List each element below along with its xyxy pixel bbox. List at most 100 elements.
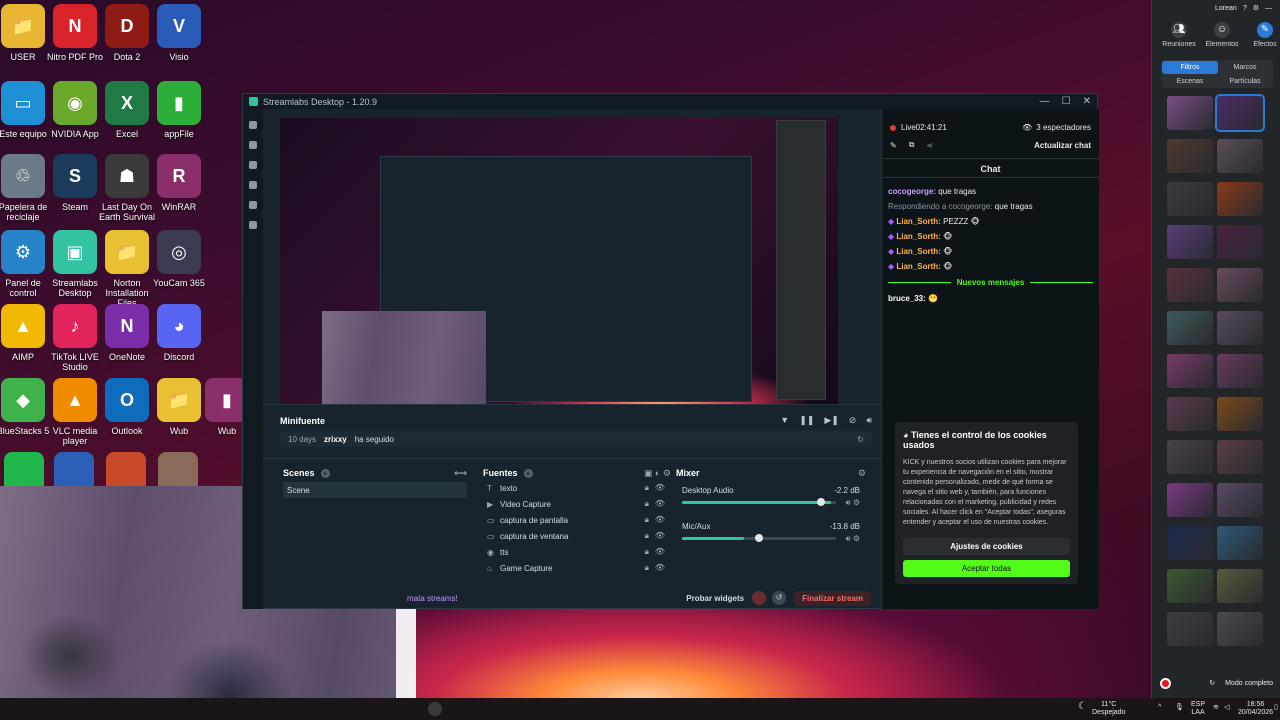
layout-icon[interactable] (249, 181, 257, 189)
effect-thumbnail[interactable] (1217, 483, 1263, 517)
mic-icon[interactable]: 🎙︎ (1175, 704, 1184, 712)
chevron-up-icon[interactable]: ^ (1158, 704, 1161, 712)
mute-alerts-icon[interactable]: ⊘ (849, 415, 857, 426)
apps-icon[interactable] (249, 221, 257, 229)
filter-icon[interactable]: ▼ (780, 415, 789, 426)
store-icon[interactable] (249, 161, 257, 169)
cookie-settings-button[interactable]: Ajustes de cookies (903, 538, 1070, 555)
refresh-icon[interactable]: ↻ (857, 435, 864, 444)
minimize-panel-icon[interactable]: — (1265, 5, 1272, 12)
effects-tab-efectos[interactable]: ✎ Efectos (1246, 22, 1280, 48)
scene-transitions-icon[interactable]: ⟷ (454, 468, 467, 479)
desktop-icon[interactable]: ◕ Discord (148, 302, 210, 378)
edit-icon[interactable]: ✎ (890, 141, 897, 150)
effect-thumbnail[interactable] (1215, 94, 1265, 132)
channel-settings-icon[interactable]: ⚙ (853, 534, 860, 543)
volume-slider-handle[interactable] (755, 534, 763, 542)
source-item[interactable]: ◉ tts 🔒︎👁︎ (483, 544, 671, 560)
desktop-icon[interactable]: V Visio (148, 2, 210, 78)
add-source-icon[interactable]: + (523, 468, 533, 478)
stream-preview[interactable] (280, 118, 838, 404)
scene-item[interactable]: Scene (283, 482, 467, 498)
source-item[interactable]: ▭ captura de ventana 🔒︎👁︎ (483, 528, 671, 544)
tab-particulas[interactable]: Partículas (1217, 75, 1273, 88)
notification-icon[interactable]: ▯ (1274, 704, 1278, 712)
fullscreen-button[interactable]: Modo completo (1225, 680, 1273, 687)
source-lock-visibility-icon[interactable]: 🔒︎👁︎ (645, 499, 671, 509)
effect-thumbnail[interactable] (1167, 526, 1213, 560)
effect-thumbnail[interactable] (1167, 139, 1213, 173)
mixer-settings-icon[interactable]: ⚙ (858, 468, 866, 479)
skip-icon[interactable]: ▶❚ (824, 415, 838, 426)
desktop-icon[interactable]: ▮ appFile (148, 79, 210, 155)
effect-thumbnail[interactable] (1217, 569, 1263, 603)
effect-thumbnail[interactable] (1167, 569, 1213, 603)
volume-icon[interactable]: 🔊︎ (866, 415, 872, 426)
source-item[interactable]: ▭ captura de pantalla 🔒︎👁︎ (483, 512, 671, 528)
pause-icon[interactable]: ❚❚ (799, 415, 814, 426)
source-lock-visibility-icon[interactable]: 🔒︎👁︎ (645, 547, 671, 557)
desktop-icon[interactable]: R WinRAR (148, 152, 210, 228)
finalizar-stream-button[interactable]: Finalizar stream (794, 590, 871, 606)
actualizar-chat-button[interactable]: Actualizar chat (1034, 141, 1091, 150)
source-item[interactable]: ⌂ Game Capture 🔒︎👁︎ (483, 560, 671, 576)
effect-thumbnail[interactable] (1217, 397, 1263, 431)
effect-thumbnail[interactable] (1167, 354, 1213, 388)
effect-thumbnail[interactable] (1217, 225, 1263, 259)
close-icon[interactable]: ✕ (1083, 96, 1091, 107)
effect-thumbnail[interactable] (1167, 182, 1213, 216)
speaker-icon[interactable]: 🔊︎ (846, 534, 851, 543)
effect-thumbnail[interactable] (1167, 483, 1213, 517)
wifi-icon[interactable]: ≋ (1213, 704, 1219, 712)
probar-widgets-button[interactable]: Probar widgets (686, 594, 744, 603)
studio-icon[interactable] (249, 201, 257, 209)
speaker-icon[interactable]: 🔊︎ (846, 498, 851, 507)
desktop-icon[interactable]: ◎ YouCam 365 (148, 228, 210, 304)
effect-thumbnail[interactable] (1167, 96, 1213, 130)
taskbar-app-icon[interactable] (428, 702, 442, 716)
effect-thumbnail[interactable] (1217, 354, 1263, 388)
cookie-accept-button[interactable]: Aceptar todas (903, 560, 1070, 577)
add-scene-icon[interactable]: + (320, 468, 330, 478)
record-icon[interactable] (752, 591, 767, 605)
effect-thumbnail[interactable] (1217, 182, 1263, 216)
weather-widget[interactable]: 11°C Despejado (1092, 701, 1125, 717)
language-indicator[interactable]: ESP LAA (1191, 701, 1205, 717)
effect-thumbnail[interactable] (1217, 268, 1263, 302)
clock[interactable]: 18:56 20/04/2026 (1238, 701, 1273, 717)
effect-thumbnail[interactable] (1217, 612, 1263, 646)
refresh-effects-icon[interactable]: ↻ (1209, 679, 1215, 687)
effect-thumbnail[interactable] (1217, 139, 1263, 173)
settings-icon[interactable]: ⚙ (1253, 4, 1259, 12)
themes-icon[interactable] (249, 141, 257, 149)
source-item[interactable]: Ttexto 🔒︎👁︎ (483, 480, 671, 496)
editor-icon[interactable] (249, 121, 257, 129)
effect-thumbnail[interactable] (1167, 268, 1213, 302)
share-icon[interactable]: ⋖ (926, 141, 933, 150)
volume-slider-handle[interactable] (816, 498, 825, 506)
popout-icon[interactable]: ⧉ (909, 140, 915, 150)
effect-thumbnail[interactable] (1167, 225, 1213, 259)
effect-thumbnail[interactable] (1217, 440, 1263, 474)
effects-tab-elementos[interactable]: ☺ Elementos (1203, 22, 1241, 48)
record-button[interactable] (1160, 677, 1171, 689)
effect-thumbnail[interactable] (1167, 397, 1213, 431)
effect-thumbnail[interactable] (1217, 311, 1263, 345)
source-lock-visibility-icon[interactable]: 🔒︎👁︎ (645, 563, 671, 573)
effect-thumbnail[interactable] (1217, 526, 1263, 560)
source-lock-visibility-icon[interactable]: 🔒︎👁︎ (645, 531, 671, 541)
minimize-icon[interactable]: — (1040, 96, 1050, 107)
tab-filtros[interactable]: Filtros (1162, 61, 1218, 74)
tab-marcos[interactable]: Marcos (1217, 61, 1273, 74)
effect-thumbnail[interactable] (1167, 612, 1213, 646)
effect-thumbnail[interactable] (1167, 440, 1213, 474)
source-item[interactable]: ▶ Video Capture 🔒︎👁︎ (483, 496, 671, 512)
replay-icon[interactable]: ↺ (772, 591, 787, 605)
maximize-icon[interactable]: ☐ (1062, 96, 1071, 107)
source-lock-visibility-icon[interactable]: 🔒︎👁︎ (645, 483, 671, 493)
weather-icon[interactable]: ☾ (1078, 702, 1087, 712)
effects-tab-reuniones[interactable]: 👥︎ Reuniones (1160, 22, 1198, 48)
speaker-icon[interactable]: ◁ (1224, 704, 1229, 712)
user-name[interactable]: Lorean (1215, 5, 1237, 12)
tab-escenas[interactable]: Escenas (1162, 75, 1218, 88)
